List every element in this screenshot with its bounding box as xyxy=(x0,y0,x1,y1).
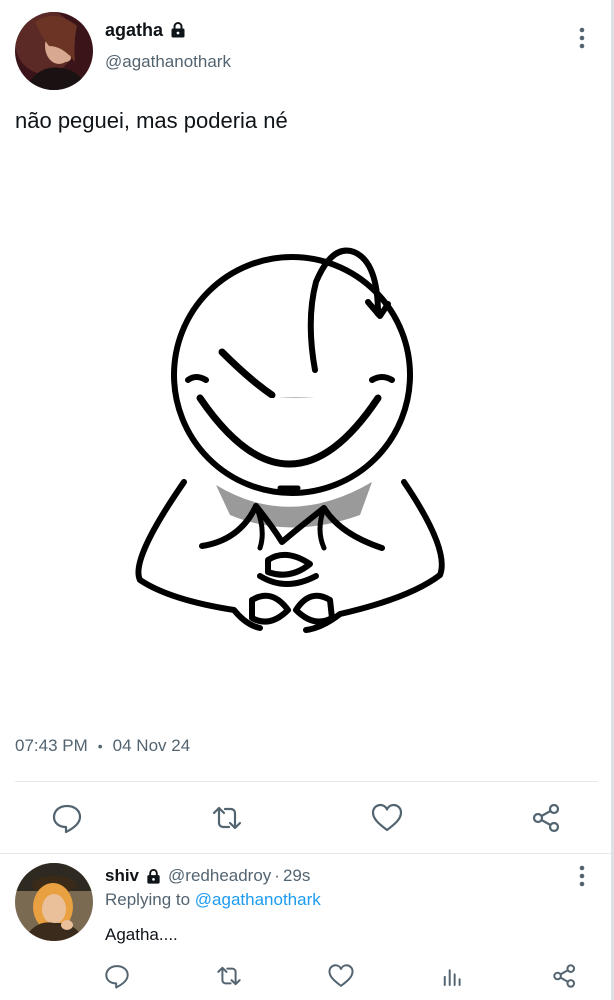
reply-text: Agatha.... xyxy=(105,925,178,944)
more-icon[interactable] xyxy=(568,24,596,52)
meta-separator: • xyxy=(97,738,103,754)
like-icon[interactable] xyxy=(370,801,404,835)
divider xyxy=(0,853,611,854)
replying-mention[interactable]: @agathanothark xyxy=(195,890,321,909)
reply-actions xyxy=(0,958,611,994)
tweet-date: 04 Nov 24 xyxy=(112,736,191,755)
main-tweet: agatha @agathanothark não peguei, mas po… xyxy=(0,0,611,853)
avatar[interactable] xyxy=(15,12,93,90)
handle[interactable]: @agathanothark xyxy=(105,52,231,72)
tweet-timestamp[interactable]: 07:43 PM • 04 Nov 24 xyxy=(15,736,190,756)
lock-icon xyxy=(147,868,160,884)
replying-to: Replying to @agathanothark xyxy=(105,890,321,910)
reply-time[interactable]: 29s xyxy=(283,866,310,886)
more-icon[interactable] xyxy=(568,862,596,890)
share-icon[interactable] xyxy=(551,962,579,990)
display-name[interactable]: agatha xyxy=(105,20,163,41)
tweet-actions xyxy=(0,795,611,841)
reply-icon[interactable] xyxy=(50,801,84,835)
retweet-icon[interactable] xyxy=(215,962,243,990)
replying-prefix: Replying to xyxy=(105,890,195,909)
tweet-time: 07:43 PM xyxy=(15,736,88,755)
reply-header: shiv @redheadroy · 29s xyxy=(105,866,310,886)
tweet-image[interactable] xyxy=(110,230,470,650)
reply-handle[interactable]: @redheadroy xyxy=(168,866,271,886)
reply-avatar[interactable] xyxy=(15,863,93,941)
like-icon[interactable] xyxy=(327,962,355,990)
tweet-text: não peguei, mas poderia né xyxy=(15,108,288,133)
share-icon[interactable] xyxy=(530,801,564,835)
divider xyxy=(15,781,598,782)
analytics-icon[interactable] xyxy=(439,962,467,990)
lock-icon xyxy=(171,22,185,38)
reply-display-name[interactable]: shiv xyxy=(105,866,139,886)
retweet-icon[interactable] xyxy=(210,801,244,835)
reply-icon[interactable] xyxy=(103,962,131,990)
reply-separator: · xyxy=(274,866,280,885)
